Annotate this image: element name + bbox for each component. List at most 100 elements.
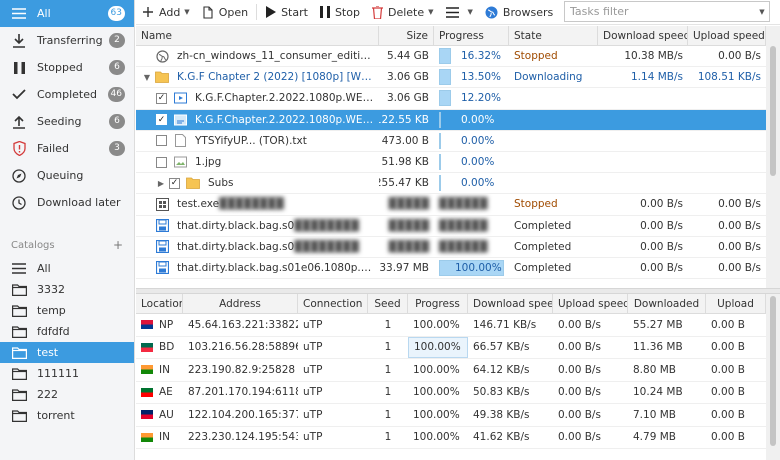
column-header-size[interactable]: Size: [379, 26, 434, 46]
expand-icon[interactable]: ▶: [156, 179, 166, 188]
file-checkbox[interactable]: [156, 135, 167, 147]
sidebar-item-completed[interactable]: Completed 46: [0, 81, 134, 108]
download-row[interactable]: ▼ K.G.F Chapter 2 (2022) [1080p] [WEBRip]…: [136, 67, 766, 89]
file-checkbox[interactable]: ✓: [169, 177, 180, 189]
peer-ul-cell: 0.00 B/s: [553, 314, 628, 336]
download-row[interactable]: zh-cn_windows_11_consumer_editions_upd… 5…: [136, 46, 766, 68]
trash-icon: [371, 5, 383, 19]
catalog-item-test[interactable]: test: [0, 342, 134, 363]
peer-row[interactable]: AU 122.104.200.165:37738 uTP 1 100.00% 49.38 …: [136, 404, 766, 427]
chevron-down-icon: ▼: [467, 8, 473, 16]
column-header-upload[interactable]: Upload: [706, 294, 766, 314]
redacted-text: ████████: [219, 198, 284, 211]
pause-icon: [319, 6, 330, 18]
catalog-item-torrent[interactable]: torrent: [0, 405, 134, 426]
download-speed-value: 0.00 B/s: [640, 219, 683, 232]
download-row[interactable]: ✓ K.G.F.Chapter.2.2022.1080p.WEBRip.x… 3.0…: [136, 88, 766, 110]
more-menu-button[interactable]: ▼: [440, 0, 479, 25]
column-header-address[interactable]: Address: [183, 294, 298, 314]
peer-cc-cell: BD: [136, 337, 183, 359]
peer-row[interactable]: IN 223.230.124.195:54348 uTP 1 100.00% 41.62 …: [136, 427, 766, 449]
collapse-icon[interactable]: ▼: [142, 73, 152, 82]
file-checkbox[interactable]: ✓: [156, 114, 167, 126]
peer-dl-cell: 41.62 KB/s: [468, 427, 553, 449]
sidebar: All 63 Transferring 2 Stopped 6 Completed 46 See…: [0, 0, 135, 460]
sidebar-item-transferring[interactable]: Transferring 2: [0, 27, 134, 54]
peer-ul: 0.00 B/s: [558, 431, 601, 444]
peer-seed-cell: 1: [368, 404, 408, 426]
sidebar-item-queuing[interactable]: Queuing: [0, 162, 134, 189]
peer-row[interactable]: NP 45.64.163.221:33822 uTP 1 100.00% 146.71 K…: [136, 314, 766, 337]
catalog-item-all[interactable]: All: [0, 258, 134, 279]
sidebar-item-failed[interactable]: Failed 3: [0, 135, 134, 162]
peers-scrollbar[interactable]: [766, 294, 780, 460]
folder-icon: [11, 388, 27, 402]
download-row[interactable]: 1.jpg 51.98 KB 0.00%: [136, 152, 766, 174]
file-checkbox[interactable]: [156, 156, 167, 168]
peer-row[interactable]: AE 87.201.170.194:61186 uTP 1 100.00% 50.83 K…: [136, 382, 766, 404]
peer-row[interactable]: BD 103.216.56.28:58896 uTP 1 100.00% 66.57 KB…: [136, 336, 766, 359]
browsers-label: Browsers: [502, 5, 554, 19]
catalog-item-fdfdfd[interactable]: fdfdfd: [0, 321, 134, 342]
sidebar-item-all[interactable]: All 63: [0, 0, 134, 27]
peer-ul-cell: 0.00 B/s: [553, 382, 628, 404]
sidebar-item-label: Download later: [37, 196, 121, 209]
column-header-name[interactable]: Name: [136, 26, 379, 46]
column-header-download-speed[interactable]: Download speed: [468, 294, 553, 314]
column-header-upload-speed[interactable]: Upload speed: [553, 294, 628, 314]
delete-button[interactable]: Delete ▼: [366, 0, 440, 25]
peer-addr-cell: 223.230.124.195:54348: [183, 427, 298, 449]
add-button[interactable]: Add ▼: [136, 0, 196, 25]
progress-bar: 13.50%: [439, 69, 504, 86]
peer-up-cell: 0.00 B: [706, 314, 766, 336]
peer-up: 0.00 B: [711, 431, 745, 444]
save-icon: [155, 219, 169, 233]
tasks-filter[interactable]: ▼: [564, 1, 770, 22]
column-header-downloaded[interactable]: Downloaded: [628, 294, 706, 314]
folder-icon: [11, 304, 27, 318]
catalog-item-3332[interactable]: 3332: [0, 279, 134, 300]
download-row[interactable]: ▶ ✓ Subs 255.47 KB 0.00%: [136, 173, 766, 195]
upload-speed-cell: 0.00 B/s: [688, 237, 766, 257]
download-row[interactable]: that.dirty.black.bag.s01e06.1080p.web.h2…: [136, 258, 766, 280]
column-header-upload-speed[interactable]: Upload speed: [688, 26, 766, 46]
scrollbar-thumb[interactable]: [770, 46, 776, 176]
column-header-progress[interactable]: Progress: [408, 294, 468, 314]
sidebar-item-stopped[interactable]: Stopped 6: [0, 54, 134, 81]
sidebar-item-seeding[interactable]: Seeding 6: [0, 108, 134, 135]
download-row[interactable]: that.dirty.black.bag.s0 ████████ █████ ████…: [136, 216, 766, 237]
downloads-scrollbar[interactable]: [766, 26, 780, 288]
column-header-connection[interactable]: Connection: [298, 294, 368, 314]
download-row[interactable]: ✓ K.G.F.Chapter.2.2022.1080p.WEBRip.x… 122…: [136, 109, 766, 131]
count-badge: 6: [109, 60, 125, 75]
download-row[interactable]: test.exe ████████ █████ ██████ Stopped 0.00 B…: [136, 194, 766, 216]
redacted-text: ████████: [294, 219, 359, 232]
browsers-button[interactable]: Browsers: [479, 0, 559, 25]
add-catalog-button[interactable]: +: [113, 238, 123, 252]
file-checkbox[interactable]: ✓: [156, 92, 167, 104]
peer-dl-cell: 49.38 KB/s: [468, 404, 553, 426]
sidebar-item-download-later[interactable]: Download later: [0, 189, 134, 216]
column-header-progress[interactable]: Progress: [434, 26, 509, 46]
downloads-body: zh-cn_windows_11_consumer_editions_upd… 5…: [136, 46, 766, 280]
peer-ul: 0.00 B/s: [558, 318, 601, 331]
column-header-state[interactable]: State: [509, 26, 598, 46]
chevron-down-icon[interactable]: ▼: [755, 8, 769, 16]
column-header-download-speed[interactable]: Download speed: [598, 26, 688, 46]
tasks-filter-input[interactable]: [565, 2, 755, 21]
catalog-item-temp[interactable]: temp: [0, 300, 134, 321]
catalog-item-111111[interactable]: 111111: [0, 363, 134, 384]
download-row[interactable]: that.dirty.black.bag.s0 ████████ █████ ████…: [136, 237, 766, 258]
download-row[interactable]: YTSYifyUP... (TOR).txt 473.00 B 0.00%: [136, 131, 766, 152]
name-cell: zh-cn_windows_11_consumer_editions_upd…: [136, 46, 379, 66]
column-header-location[interactable]: Location: [136, 294, 183, 314]
size-value: 255.47 KB: [379, 177, 429, 190]
stop-button[interactable]: Stop: [314, 0, 366, 25]
peer-cc: IN: [159, 431, 170, 444]
column-header-seed[interactable]: Seed: [368, 294, 408, 314]
catalog-item-222[interactable]: 222: [0, 384, 134, 405]
start-button[interactable]: Start: [259, 0, 314, 25]
open-button[interactable]: Open: [196, 0, 254, 25]
scrollbar-thumb[interactable]: [770, 296, 776, 446]
peer-row[interactable]: IN 223.190.82.9:25828 uTP 1 100.00% 64.12 KB/…: [136, 359, 766, 382]
